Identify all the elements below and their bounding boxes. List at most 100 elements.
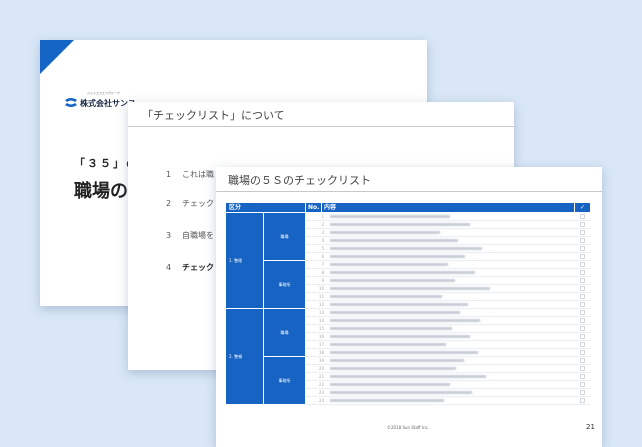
row-content	[330, 295, 442, 298]
checkbox[interactable]	[580, 214, 585, 219]
row-number: 11	[318, 294, 324, 299]
row-number: 19	[318, 358, 324, 363]
checkbox[interactable]	[580, 294, 585, 299]
table-row: 20	[306, 365, 590, 373]
checkbox[interactable]	[580, 286, 585, 291]
slide-title: 「チェックリスト」について	[142, 109, 285, 122]
checkbox[interactable]	[580, 262, 585, 267]
checkbox[interactable]	[580, 238, 585, 243]
row-content	[330, 335, 470, 338]
slide-5s-checklist: 職場の５Ｓのチェックリスト 区分 No. 内容 ✓ 1. 整理 職場 1 2 3 4 5 6 事…	[216, 167, 602, 447]
row-number: 15	[318, 326, 324, 331]
checkbox[interactable]	[580, 358, 585, 363]
row-content	[330, 311, 460, 314]
item-text: チェック	[182, 199, 214, 208]
row-content	[330, 391, 472, 394]
row-number: 16	[318, 334, 324, 339]
row-content	[330, 239, 458, 242]
subcategory-cell: 事務所	[264, 261, 305, 308]
slide-title: 職場の５Ｓのチェックリスト	[228, 174, 371, 187]
table-row: 15	[306, 325, 590, 333]
row-content	[330, 327, 452, 330]
table-row: 23	[306, 389, 590, 397]
row-content	[330, 247, 482, 250]
column-header-no: No.	[306, 203, 321, 212]
checkbox[interactable]	[580, 350, 585, 355]
list-item: 2 チェック	[166, 198, 214, 209]
list-item: 4 チェック	[166, 262, 214, 273]
item-number: 1	[166, 170, 172, 179]
checkbox[interactable]	[580, 374, 585, 379]
slide-header: 職場の５Ｓのチェックリスト	[216, 167, 602, 192]
table-row: 17	[306, 341, 590, 349]
checkbox[interactable]	[580, 342, 585, 347]
checkbox[interactable]	[580, 230, 585, 235]
row-content	[330, 375, 486, 378]
checkbox[interactable]	[580, 334, 585, 339]
table-row: 7	[306, 261, 590, 269]
row-content	[330, 215, 450, 218]
item-number: 2	[166, 199, 172, 208]
row-number: 17	[318, 342, 324, 347]
row-number: 13	[318, 310, 324, 315]
slide-header: 「チェックリスト」について	[128, 102, 514, 127]
row-number: 9	[321, 278, 324, 283]
row-content	[330, 303, 468, 306]
table-row: 11	[306, 293, 590, 301]
row-content	[330, 319, 480, 322]
row-number: 23	[318, 390, 324, 395]
checkbox[interactable]	[580, 390, 585, 395]
row-number: 21	[318, 374, 324, 379]
table-row: 14	[306, 317, 590, 325]
checkbox[interactable]	[580, 318, 585, 323]
row-number: 5	[321, 246, 324, 251]
logo-subtitle: ジェイエスエスグループ	[87, 91, 120, 95]
row-number: 10	[318, 286, 324, 291]
list-item: 1 これは職	[166, 169, 214, 180]
checkbox[interactable]	[580, 246, 585, 251]
row-content	[330, 263, 448, 266]
table-row: 21	[306, 373, 590, 381]
row-content	[330, 255, 465, 258]
row-number: 12	[318, 302, 324, 307]
table-row: 1	[306, 213, 590, 221]
checkbox[interactable]	[580, 310, 585, 315]
row-number: 3	[321, 230, 324, 235]
table-row: 13	[306, 309, 590, 317]
row-content	[330, 279, 455, 282]
subcategory-cell: 事務所	[264, 357, 305, 404]
table-row: 3	[306, 229, 590, 237]
table-row: 22	[306, 381, 590, 389]
checkbox[interactable]	[580, 302, 585, 307]
row-content	[330, 271, 475, 274]
item-text: これは職	[182, 170, 214, 179]
column-header-check: ✓	[575, 203, 590, 212]
cover-title: 職場の	[74, 181, 128, 202]
row-number: 1	[321, 214, 324, 219]
logo-mark-icon	[65, 98, 77, 107]
row-number: 8	[321, 270, 324, 275]
row-content	[330, 223, 470, 226]
checkbox[interactable]	[580, 366, 585, 371]
list-item: 3 自職場を	[166, 230, 214, 241]
checkbox[interactable]	[580, 382, 585, 387]
checkbox[interactable]	[580, 278, 585, 283]
subcategory-cell: 職場	[264, 309, 305, 356]
corner-accent	[40, 40, 74, 74]
checkbox[interactable]	[580, 326, 585, 331]
row-content	[330, 231, 440, 234]
checkbox[interactable]	[580, 254, 585, 259]
checkbox[interactable]	[580, 222, 585, 227]
row-number: 14	[318, 318, 324, 323]
table-row: 4	[306, 237, 590, 245]
table-row: 12	[306, 301, 590, 309]
checkbox[interactable]	[580, 270, 585, 275]
column-header-category: 区分	[226, 203, 305, 212]
table-row: 9	[306, 277, 590, 285]
table-row: 16	[306, 333, 590, 341]
item-text: チェック	[182, 263, 214, 272]
table-row: 5	[306, 245, 590, 253]
table-row: 2	[306, 221, 590, 229]
table-row: 19	[306, 357, 590, 365]
checkbox[interactable]	[580, 398, 585, 403]
